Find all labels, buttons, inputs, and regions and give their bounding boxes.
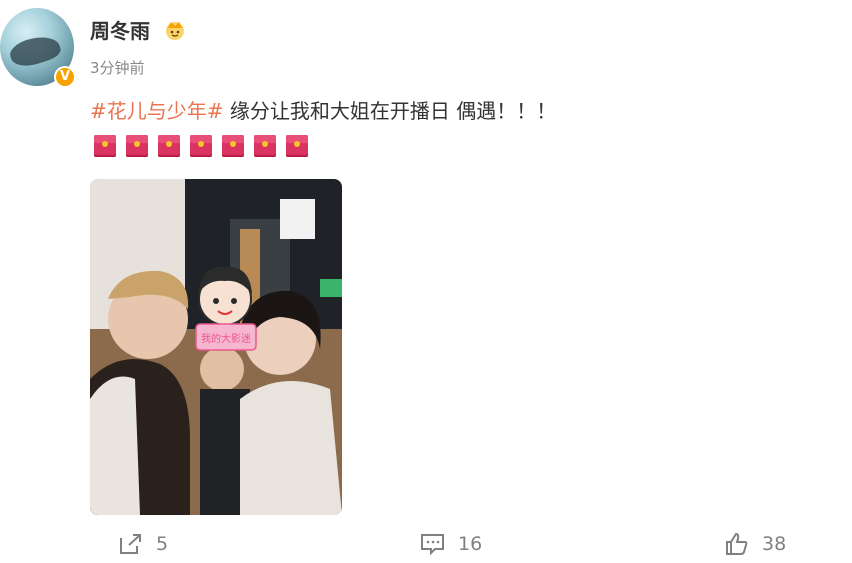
share-button[interactable]: 5 <box>118 530 168 558</box>
like-count: 38 <box>762 533 787 555</box>
action-bar: 5 16 38 <box>0 530 852 560</box>
red-envelope-icon <box>286 135 308 157</box>
thumbs-up-icon <box>726 532 748 555</box>
red-envelope-icon <box>190 135 212 157</box>
post-time: 3分钟前 <box>90 59 145 77</box>
crown-icon <box>166 22 184 40</box>
red-envelope-icon <box>158 135 180 157</box>
post-text: #花儿与少年# 缘分让我和大姐在开播日 偶遇！！！ <box>90 97 556 125</box>
post-body-text: 缘分让我和大姐在开播日 偶遇！！！ <box>223 99 557 123</box>
share-icon <box>120 534 141 554</box>
comment-count: 16 <box>458 533 483 555</box>
red-envelope-icon <box>126 135 148 157</box>
comment-button[interactable]: 16 <box>420 530 482 558</box>
share-count: 5 <box>156 533 169 555</box>
like-button[interactable]: 38 <box>724 530 786 558</box>
verified-badge-icon: V <box>54 66 76 88</box>
photo-sticker: 我的大影迷 <box>195 266 257 351</box>
hashtag-link[interactable]: #花儿与少年# <box>90 99 224 123</box>
red-envelope-icon <box>222 135 244 157</box>
username[interactable]: 周冬雨 <box>90 18 150 44</box>
red-envelope-icon <box>94 135 116 157</box>
post-photo[interactable]: 我的大影迷 <box>90 179 342 515</box>
red-envelope-icon <box>254 135 276 157</box>
photo-sticker-text: 我的大影迷 <box>201 332 251 345</box>
emoji-row <box>94 135 308 157</box>
comment-icon <box>421 534 444 556</box>
